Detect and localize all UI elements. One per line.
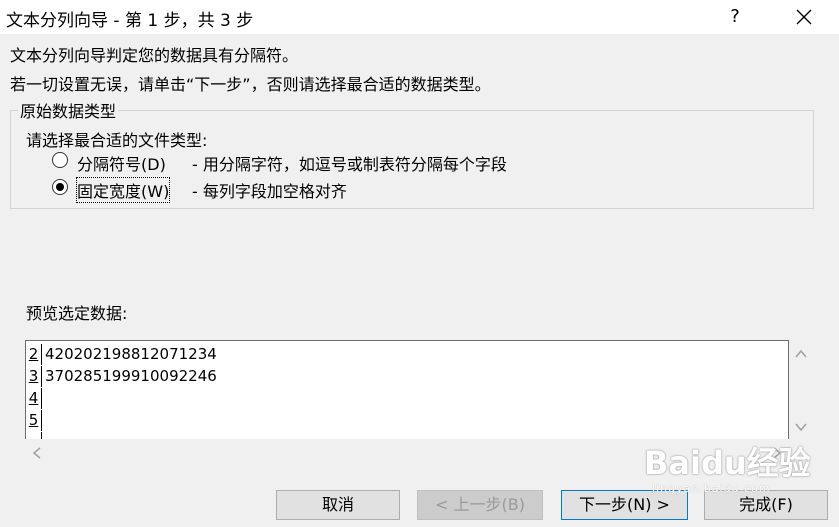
preview-label: 预览选定数据: [26,304,128,323]
scroll-up-button[interactable] [794,346,808,360]
row-value: 420202198812071234 [45,345,217,363]
chevron-down-icon [795,423,807,432]
row-value: 370285199910092246 [45,367,217,385]
text-to-columns-wizard-dialog: 文本分列向导 - 第 1 步，共 3 步 ? 文本分列向导判定您的数据具有分隔符… [0,0,839,527]
radio-button[interactable] [52,152,68,168]
intro-text-line2: 若一切设置无误，请单击“下一步”，否则请选择最合适的数据类型。 [10,75,491,94]
intro-text-line1: 文本分列向导判定您的数据具有分隔符。 [10,46,299,65]
radio-dot [56,183,64,191]
cancel-button[interactable]: 取消 [276,490,400,520]
file-type-prompt: 请选择最合适的文件类型: [26,131,208,150]
watermark-logo-text: Baidu经验 [644,444,811,482]
row-number: 5 [26,410,42,431]
chevron-left-icon [32,447,41,459]
group-legend: 原始数据类型 [18,98,119,122]
data-preview-pane[interactable]: 2 420202198812071234 3 37028519991009224… [25,340,789,439]
radio-button-selected[interactable] [52,179,68,195]
row-number-partial [26,432,42,439]
row-number: 2 [26,344,42,365]
chevron-up-icon [795,349,807,358]
close-icon [796,9,812,25]
row-number: 3 [26,366,42,387]
radio-label-fixed-width[interactable]: 固定宽度(W) [75,177,171,203]
radio-description-delimited: - 用分隔字符，如逗号或制表符分隔每个字段 [192,155,507,174]
help-button[interactable]: ? [722,0,748,34]
watermark-url: jingyan.baidu.com [652,482,771,495]
title-bar: 文本分列向导 - 第 1 步，共 3 步 ? [0,0,839,34]
scroll-left-button[interactable] [30,445,44,459]
row-number: 4 [26,388,42,409]
close-button[interactable] [788,0,822,34]
scroll-down-button[interactable] [794,419,808,433]
baidu-jingyan-watermark: Baidu经验 jingyan.baidu.com [642,436,838,510]
previous-step-button[interactable]: < 上一步(B) [417,490,543,520]
radio-description-fixed-width: - 每列字段加空格对齐 [192,182,347,201]
window-title: 文本分列向导 - 第 1 步，共 3 步 [6,11,254,31]
radio-label-delimited[interactable]: 分隔符号(D) [77,151,166,175]
